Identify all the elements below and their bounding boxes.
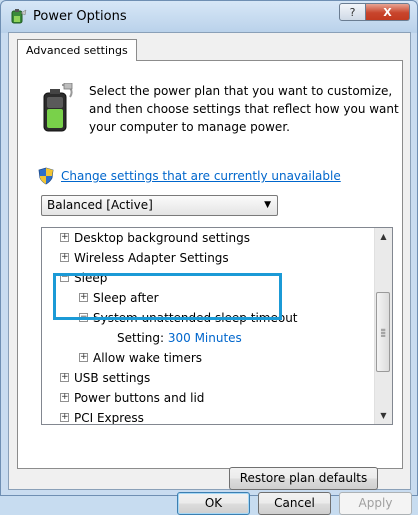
expand-icon[interactable]: + [60,373,69,382]
highlight-box [53,273,282,320]
expand-icon[interactable]: + [60,413,69,422]
apply-button[interactable]: Apply [339,492,412,515]
power-plan-value: Balanced [Active] [47,198,153,212]
tree-item-label: Power buttons and lid [74,391,205,405]
help-button[interactable]: ? [339,3,366,21]
advanced-settings-panel: Select the power plan that you want to c… [17,60,403,490]
tree-scrollbar[interactable]: ▲ ═ ═ ═ ▼ [374,228,392,424]
tree-item-usb-settings[interactable]: + USB settings [60,368,150,388]
tree-item-desktop-background[interactable]: + Desktop background settings [60,228,250,248]
power-options-window: Power Options ? X Advanced settings Sele… [0,0,418,515]
intro-line: your computer to manage power. [89,120,290,134]
tree-item-label: Desktop background settings [74,231,250,245]
expand-icon[interactable]: + [60,233,69,242]
expand-icon[interactable]: + [60,253,69,262]
tree-item-label: USB settings [74,371,151,385]
tree-item-label: PCI Express [74,411,144,425]
restore-plan-defaults-button[interactable]: Restore plan defaults [229,467,378,490]
settings-tree[interactable]: + Desktop background settings + Wireless A… [41,227,393,425]
cancel-button[interactable]: Cancel [258,492,331,515]
expand-icon[interactable]: + [60,393,69,402]
expand-icon[interactable]: + [79,353,88,362]
dropdown-arrow-icon: ▼ [264,200,271,210]
tree-item-allow-wake-timers[interactable]: + Allow wake timers [79,348,202,368]
power-plan-select[interactable]: Balanced [Active] ▼ [41,195,278,216]
intro-text: Select the power plan that you want to c… [89,82,399,136]
intro-line: Select the power plan that you want to c… [89,84,393,98]
scroll-up-arrow-icon[interactable]: ▲ [375,228,392,245]
setting-value[interactable]: 300 Minutes [168,331,242,345]
tree-item-power-buttons-and-lid[interactable]: + Power buttons and lid [60,388,204,408]
scroll-thumb[interactable]: ═ ═ ═ [376,292,390,372]
battery-plug-icon [43,83,73,132]
title-bar[interactable]: Power Options ? X [1,1,417,33]
tab-advanced-settings[interactable]: Advanced settings [17,39,137,61]
change-unavailable-settings-link[interactable]: Change settings that are currently unava… [61,169,341,183]
dialog-client: Advanced settings Select the power plan … [8,32,412,515]
tree-item-wireless-adapter[interactable]: + Wireless Adapter Settings [60,248,229,268]
close-button[interactable]: X [366,3,410,21]
uac-shield-icon [38,167,54,185]
window-title: Power Options [33,9,127,24]
grip-icon: ═ ═ ═ [381,326,386,340]
tree-item-setting[interactable]: Setting: 300 Minutes [117,328,242,348]
tree-item-label: Allow wake timers [93,351,203,365]
scroll-down-arrow-icon[interactable]: ▼ [375,407,392,424]
tree-item-label: Wireless Adapter Settings [74,251,229,265]
ok-button[interactable]: OK [177,492,250,515]
title-buttons: ? X [339,3,410,21]
intro-line: and then choose settings that reflect ho… [89,102,399,116]
tree-item-pci-express[interactable]: + PCI Express [60,408,144,425]
power-options-icon [11,9,27,24]
setting-label: Setting: [117,331,165,345]
